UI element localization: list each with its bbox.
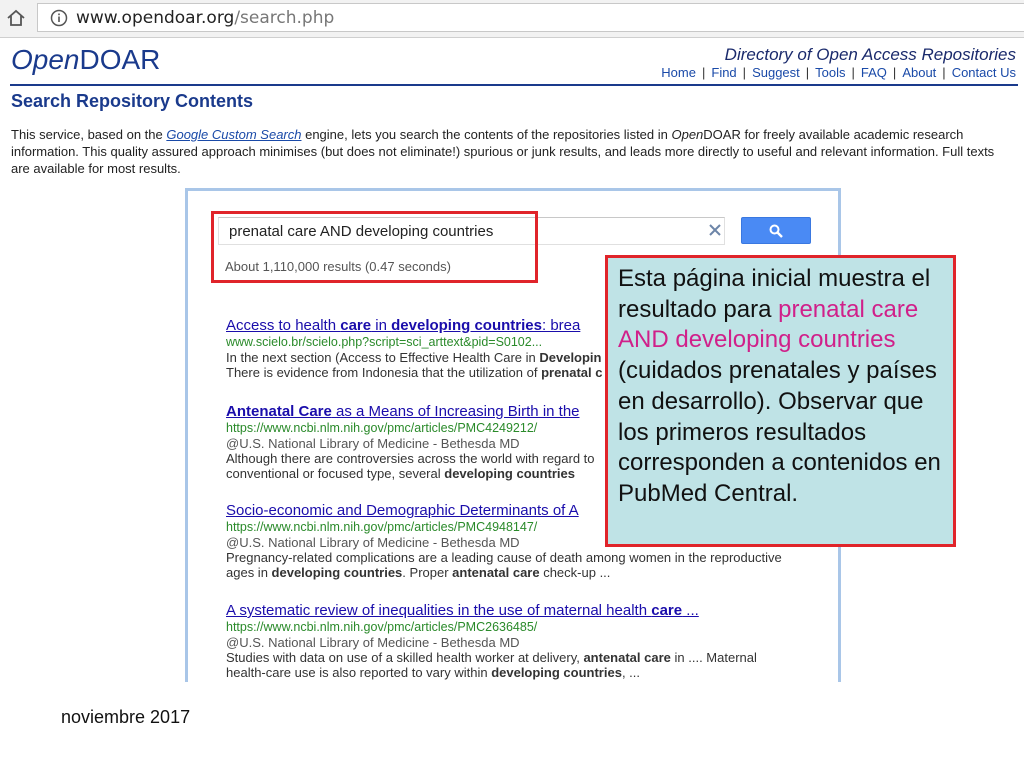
intro-text-1: This service, based on the bbox=[11, 127, 167, 142]
nav-link-find[interactable]: Find bbox=[711, 65, 736, 80]
intro-paragraph: This service, based on the Google Custom… bbox=[11, 126, 1001, 177]
nav-separator: | bbox=[892, 65, 897, 80]
nav-separator: | bbox=[701, 65, 706, 80]
browser-address-bar: www.opendoar.org/search.php bbox=[0, 0, 1024, 38]
result-snippet: health-care use is also reported to vary… bbox=[226, 665, 640, 680]
search-icon bbox=[769, 224, 783, 238]
result-source: @U.S. National Library of Medicine - Bet… bbox=[226, 635, 520, 650]
result-snippet: Pregnancy-related complications are a le… bbox=[226, 550, 782, 565]
nav-link-home[interactable]: Home bbox=[661, 65, 696, 80]
header-divider bbox=[10, 84, 1018, 86]
query-highlight-box bbox=[211, 211, 538, 283]
intro-text-2: engine, lets you search the contents of … bbox=[301, 127, 672, 142]
url-field[interactable]: www.opendoar.org/search.php bbox=[37, 3, 1024, 32]
top-navigation: Home | Find | Suggest | Tools | FAQ | About | Contac… bbox=[661, 65, 1016, 80]
nav-link-faq[interactable]: FAQ bbox=[861, 65, 887, 80]
clear-icon[interactable] bbox=[707, 222, 723, 238]
slide-date: noviembre 2017 bbox=[61, 707, 191, 727]
nav-separator: | bbox=[805, 65, 810, 80]
nav-separator: | bbox=[851, 65, 855, 80]
result-title-link[interactable]: A systematic review of inequalities in t… bbox=[226, 602, 826, 620]
info-icon[interactable] bbox=[50, 9, 68, 27]
result-url: https://www.ncbi.nlm.nih.gov/pmc/article… bbox=[226, 620, 538, 634]
nav-separator: | bbox=[942, 65, 946, 80]
directory-title: Directory of Open Access Repositories bbox=[724, 45, 1016, 64]
url-text: www.opendoar.org/search.php bbox=[76, 8, 334, 28]
result-snippet: Studies with data on use of a skilled he… bbox=[226, 650, 757, 665]
url-path: /search.php bbox=[234, 8, 335, 28]
home-icon[interactable] bbox=[6, 8, 26, 28]
intro-open: Open bbox=[671, 127, 704, 142]
url-domain: www.opendoar.org bbox=[76, 8, 235, 28]
page-title: Search Repository Contents bbox=[11, 91, 254, 111]
nav-link-suggest[interactable]: Suggest bbox=[752, 65, 800, 80]
google-custom-search-link[interactable]: Google Custom Search bbox=[166, 127, 301, 142]
nav-link-tools[interactable]: Tools bbox=[815, 65, 845, 80]
callout-text-2: (cuidados prenatales y países en desarro… bbox=[618, 357, 941, 507]
result-snippet: ages in developing countries. Proper ant… bbox=[226, 565, 611, 580]
nav-link-about[interactable]: About bbox=[902, 65, 936, 80]
nav-separator: | bbox=[742, 65, 747, 80]
search-result: A systematic review of inequalities in t… bbox=[226, 602, 826, 680]
logo-doar: DOAR bbox=[79, 44, 161, 75]
opendoar-logo[interactable]: OpenDOAR bbox=[11, 44, 160, 76]
logo-open: Open bbox=[11, 44, 80, 75]
annotation-callout: Esta página inicial muestra el resultado… bbox=[605, 255, 956, 547]
search-button[interactable] bbox=[741, 217, 811, 244]
nav-link-contact-us[interactable]: Contact Us bbox=[952, 65, 1016, 80]
